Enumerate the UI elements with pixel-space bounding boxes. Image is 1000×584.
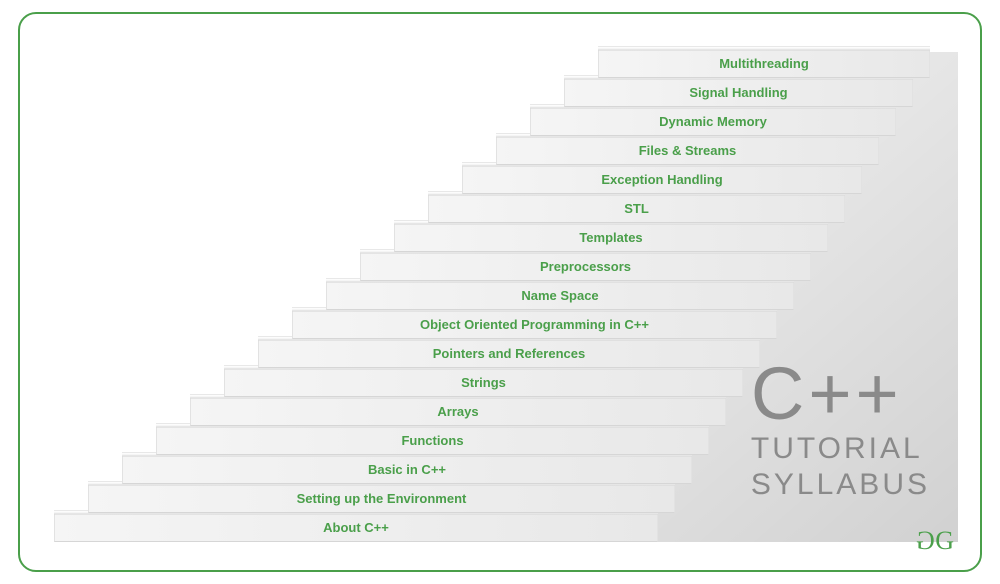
step-14: Dynamic Memory (530, 107, 896, 136)
step-label: STL (624, 201, 649, 216)
step-label: Functions (401, 433, 463, 448)
step-16: Multithreading (598, 49, 930, 78)
step-label: Preprocessors (540, 259, 631, 274)
step-label: Object Oriented Programming in C++ (420, 317, 649, 332)
logo-left-glyph: G (920, 526, 935, 556)
step-0: About C++ (54, 513, 658, 542)
step-8: Name Space (326, 281, 794, 310)
step-7: Object Oriented Programming in C++ (292, 310, 777, 339)
step-label: Dynamic Memory (659, 114, 767, 129)
staircase: About C++ Setting up the Environment Basic… (54, 48, 958, 542)
step-label: Strings (461, 375, 506, 390)
step-label: Templates (579, 230, 642, 245)
step-9: Preprocessors (360, 252, 811, 281)
step-label: Arrays (437, 404, 478, 419)
step-1: Setting up the Environment (88, 484, 675, 513)
step-label: Name Space (521, 288, 598, 303)
step-10: Templates (394, 223, 828, 252)
step-4: Arrays (190, 397, 726, 426)
step-5: Strings (224, 368, 743, 397)
logo-right-glyph: G (935, 526, 950, 555)
step-15: Signal Handling (564, 78, 913, 107)
step-label: Files & Streams (639, 143, 737, 158)
step-3: Functions (156, 426, 709, 455)
step-11: STL (428, 194, 845, 223)
step-12: Exception Handling (462, 165, 862, 194)
step-label: Multithreading (719, 56, 809, 71)
step-13: Files & Streams (496, 136, 879, 165)
step-2: Basic in C++ (122, 455, 692, 484)
step-label: Exception Handling (601, 172, 722, 187)
step-label: About C++ (323, 520, 389, 535)
step-label: Setting up the Environment (297, 491, 467, 506)
frame: About C++ Setting up the Environment Basic… (18, 12, 982, 572)
step-label: Signal Handling (689, 85, 787, 100)
step-6: Pointers and References (258, 339, 760, 368)
gfg-logo-icon: GG (920, 526, 950, 556)
step-label: Pointers and References (433, 346, 585, 361)
step-label: Basic in C++ (368, 462, 446, 477)
